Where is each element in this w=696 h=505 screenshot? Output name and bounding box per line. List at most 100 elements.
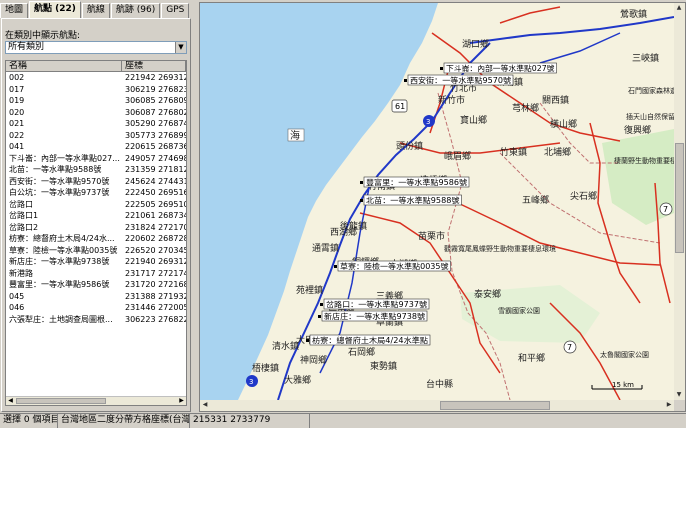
tab-waypoints[interactable]: 航點 (22) xyxy=(29,1,81,18)
route-shield-7b: 7 xyxy=(563,340,577,354)
table-row[interactable]: 枋寮：總督府土木局4/24水... 220602 2687280 xyxy=(6,233,186,245)
waypoint-tag[interactable]: 下斗崙：內部一等水準點027號 xyxy=(440,62,557,74)
table-row[interactable]: 豐富里：一等水準點9586號 231720 2721686 xyxy=(6,279,186,291)
place-label: 台中縣 xyxy=(426,378,453,390)
status-selection: 選擇 0 個項目 xyxy=(0,414,58,428)
table-row[interactable]: 岔路口2 231824 2721709 xyxy=(6,222,186,234)
waypoint-tag[interactable]: 北苗：一等水準點9588號 xyxy=(360,194,462,206)
table-row[interactable]: 022 305773 2768993 xyxy=(6,130,186,142)
category-filter-label: 在類別中顯示航點: xyxy=(5,31,81,41)
list-scroll-thumb[interactable] xyxy=(16,398,106,404)
table-row[interactable]: 新店庄：一等水準點9738號 221940 2693127 xyxy=(6,256,186,268)
status-projection: 台灣地區二度分帶方格座標(台灣) xyxy=(58,414,190,428)
map-vscroll-thumb[interactable] xyxy=(675,143,684,253)
waypoint-list[interactable]: 名稱 座標 002 221942 2693126 017 306219 2768236… xyxy=(5,60,187,406)
place-label: 雪霸國家公園 xyxy=(498,306,540,315)
waypoint-name: 045 xyxy=(9,291,25,301)
waypoint-coord: 221940 2693127 xyxy=(125,257,186,266)
tab-strip: 地圖 航點 (22) 航線 航跡 (96) GPS xyxy=(0,1,190,18)
waypoint-tag[interactable]: 草寮：陸檢一等水準點0035號 xyxy=(334,260,451,272)
waypoint-tag[interactable]: 枋寮：總督府土木局4/24水準點 xyxy=(306,334,431,346)
map-vertical-scrollbar[interactable]: ▲ ▼ xyxy=(674,3,685,400)
waypoint-name: 020 xyxy=(9,107,25,117)
waypoint-coord: 249057 2746982 xyxy=(125,153,186,163)
waypoint-coord: 220602 2687280 xyxy=(125,234,186,243)
table-row[interactable]: 北苗：一等水準點9588號 231359 2718126 xyxy=(6,164,186,176)
waypoint-tag-label: 豐富里：一等水準點9586號 xyxy=(366,177,468,187)
waypoint-coord: 305773 2768993 xyxy=(125,130,186,140)
waypoint-coord: 231446 2720053 xyxy=(125,303,186,312)
place-label: 清水鎮 xyxy=(272,340,299,352)
left-panel: 地圖 航點 (22) 航線 航跡 (96) GPS 在類別中顯示航點: 所有類別… xyxy=(0,0,192,412)
scroll-left-icon[interactable]: ◀ xyxy=(200,400,210,410)
map-hscroll-thumb[interactable] xyxy=(440,401,550,410)
waypoint-name: 岔路口1 xyxy=(9,211,39,220)
table-row[interactable]: 岔路口1 221061 2687341 xyxy=(6,210,186,222)
place-label: 梧棲鎮 xyxy=(252,362,279,374)
waypoint-tag[interactable]: 西安街：一等水準點9570號 xyxy=(404,74,514,86)
place-label: 東勢鎮 xyxy=(370,360,397,372)
table-row[interactable]: 白公坑：一等水準點9737號 222450 2695164 xyxy=(6,187,186,199)
route-shield-3: 3 xyxy=(423,115,435,127)
column-header-name[interactable]: 名稱 xyxy=(6,61,122,71)
table-row[interactable]: 草寮：陸檢一等水準點0035號 226520 2703450 xyxy=(6,245,186,257)
place-label: 復興鄉 xyxy=(624,124,651,136)
place-label: 神岡鄉 xyxy=(300,354,327,366)
waypoint-name: 046 xyxy=(9,303,25,312)
table-row[interactable]: 045 231388 2719327 xyxy=(6,291,186,303)
column-header-coord[interactable]: 座標 xyxy=(122,61,186,71)
scroll-left-icon[interactable]: ◀ xyxy=(6,397,15,405)
scroll-right-icon[interactable]: ▶ xyxy=(664,400,674,410)
scale-label: 15 km xyxy=(612,381,634,389)
table-row[interactable]: 021 305290 2768747 xyxy=(6,118,186,130)
app-window: 地圖 航點 (22) 航線 航跡 (96) GPS 在類別中顯示航點: 所有類別… xyxy=(0,0,686,428)
table-row[interactable]: 020 306087 2768029 xyxy=(6,107,186,119)
list-horizontal-scrollbar[interactable]: ◀ ▶ xyxy=(6,396,186,405)
table-row[interactable]: 041 220615 2687367 xyxy=(6,141,186,153)
table-row[interactable]: 019 306085 2768090 xyxy=(6,95,186,107)
waypoint-name: 新店庄：一等水準點9738號 xyxy=(9,257,110,266)
chevron-down-icon[interactable]: ▼ xyxy=(175,42,186,53)
table-row[interactable]: 六張犁庄：土地調查局圖根... 306223 2768229 xyxy=(6,314,186,326)
waypoint-rows: 002 221942 2693126 017 306219 2768236 019 306… xyxy=(6,72,186,325)
svg-text:7: 7 xyxy=(567,343,572,352)
table-row[interactable]: 017 306219 2768236 xyxy=(6,84,186,96)
scroll-down-icon[interactable]: ▼ xyxy=(674,390,684,400)
tab-routes[interactable]: 航線 xyxy=(81,3,110,18)
place-label: 竹東鎮 xyxy=(500,146,527,158)
waypoint-name: 豐富里：一等水準點9586號 xyxy=(9,280,110,289)
scroll-right-icon[interactable]: ▶ xyxy=(177,397,186,405)
map-view: 鶯歌鎮湖口鄉新埔鎮關西鎮三峽鎮復興鄉新竹市寶山鄉芎林鄉北埔鄉橫山鄉尖石鄉五峰鄉竹… xyxy=(199,2,686,412)
map-canvas[interactable]: 鶯歌鎮湖口鄉新埔鎮關西鎮三峽鎮復興鄉新竹市寶山鄉芎林鄉北埔鄉橫山鄉尖石鄉五峰鄉竹… xyxy=(200,3,674,400)
map-horizontal-scrollbar[interactable]: ◀ ▶ xyxy=(200,400,674,411)
waypoint-tag[interactable]: 豐富里：一等水準點9586號 xyxy=(360,176,470,188)
place-label: 湖口鄉 xyxy=(462,38,489,50)
table-row[interactable]: 046 231446 2720053 xyxy=(6,302,186,314)
waypoint-tag[interactable]: 岔路口：一等水準點9737號 xyxy=(320,298,430,310)
route-shield-3b: 3 xyxy=(246,375,258,387)
waypoint-list-header: 名稱 座標 xyxy=(6,61,186,72)
tab-tracks[interactable]: 航跡 (96) xyxy=(110,3,161,18)
tab-map[interactable]: 地圖 xyxy=(0,3,29,18)
scroll-up-icon[interactable]: ▲ xyxy=(674,3,684,13)
svg-text:61: 61 xyxy=(395,102,405,111)
waypoint-coord: 305290 2768747 xyxy=(125,119,186,128)
place-label: 石門國家森林遊樂區 xyxy=(628,86,674,95)
table-row[interactable]: 新港路 231717 2721748 xyxy=(6,268,186,280)
table-row[interactable]: 下斗崙：內部一等水準點027... 249057 2746982 xyxy=(6,153,186,165)
table-row[interactable]: 西安街：一等水準點9570號 245624 2744315 xyxy=(6,176,186,188)
table-row[interactable]: 岔路口 222505 2695109 xyxy=(6,199,186,211)
place-label: 寶山鄉 xyxy=(460,114,487,126)
waypoint-name: 017 xyxy=(9,84,25,94)
place-label: 關西鎮 xyxy=(542,94,569,106)
waypoint-coord: 306223 2768229 xyxy=(125,314,186,324)
table-row[interactable]: 002 221942 2693126 xyxy=(6,72,186,84)
category-select[interactable]: 所有類別 ▼ xyxy=(5,41,187,54)
waypoint-tag-label: 枋寮：總督府土木局4/24水準點 xyxy=(312,335,429,345)
waypoint-tag[interactable]: 新店庄：一等水準點9738號 xyxy=(318,310,428,322)
tab-gps[interactable]: GPS xyxy=(161,3,190,18)
place-label: 北埔鄉 xyxy=(544,146,571,158)
place-label: 鶯歌鎮 xyxy=(620,8,647,20)
waypoint-name: 002 xyxy=(9,73,25,82)
map-svg[interactable]: 鶯歌鎮湖口鄉新埔鎮關西鎮三峽鎮復興鄉新竹市寶山鄉芎林鄉北埔鄉橫山鄉尖石鄉五峰鄉竹… xyxy=(200,3,674,400)
